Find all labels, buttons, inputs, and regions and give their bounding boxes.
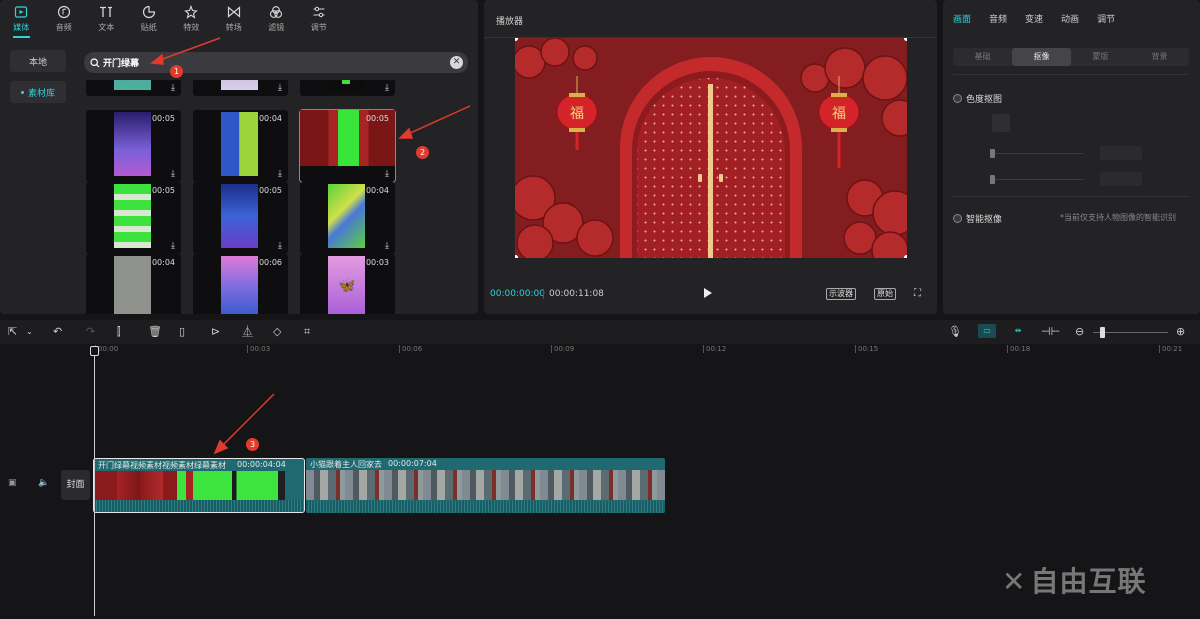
watermark-text: 自由互联 <box>1030 565 1147 598</box>
watermark-logo: ✕ <box>1002 565 1027 598</box>
app-window: { "media_tabs": [ {"label":"媒体","icon":"… <box>0 0 1200 619</box>
annotation-marker: 2 <box>416 146 429 159</box>
annotation-arrows <box>150 37 471 455</box>
annotation-marker: 3 <box>246 438 259 451</box>
annotation-marker: 1 <box>170 65 183 78</box>
watermark: ✕ 自由互联 <box>1002 560 1146 600</box>
